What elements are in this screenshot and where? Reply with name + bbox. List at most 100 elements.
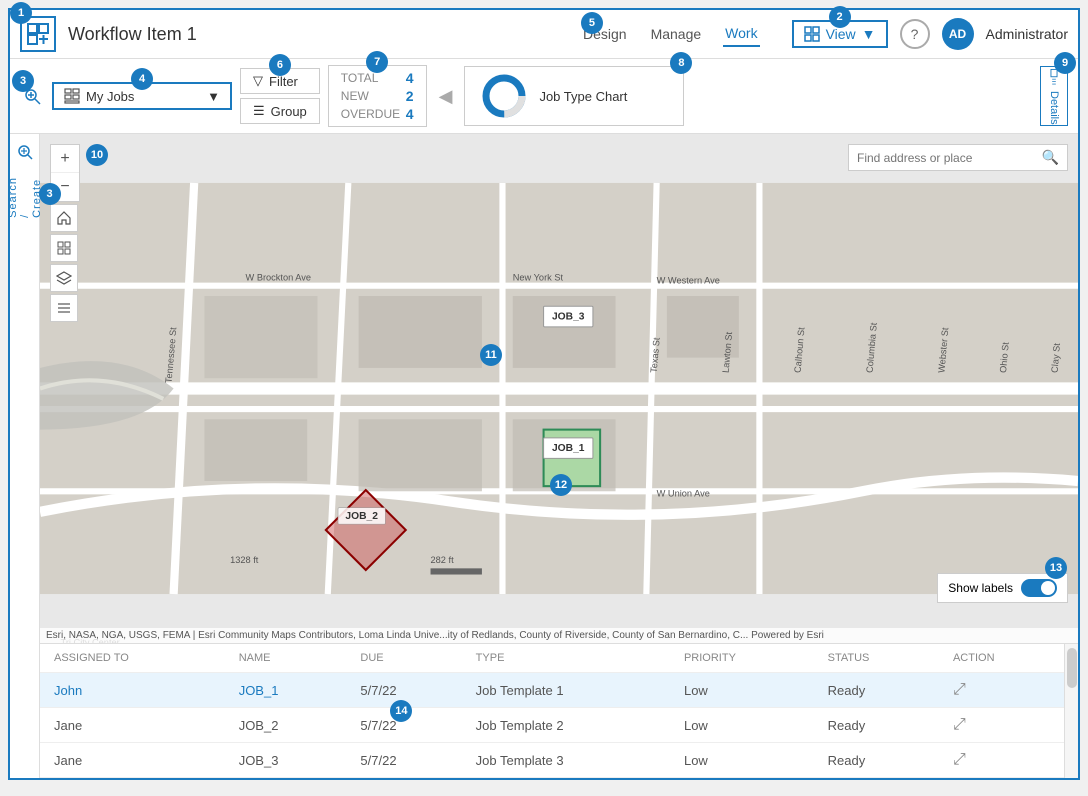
chevron-down-icon: ▼ [862, 26, 876, 42]
cell-assigned: Jane [40, 708, 225, 743]
col-due: DUE [346, 644, 461, 673]
col-action: ACTION [939, 644, 1064, 673]
svg-text:W Brockton Ave: W Brockton Ave [246, 273, 312, 283]
search-create-label[interactable]: Search / Create [7, 174, 43, 218]
cell-status: Ready [814, 743, 939, 778]
annotation-3b: 3 [39, 183, 61, 205]
annotation-5: 5 [581, 12, 603, 34]
svg-text:JOB_2: JOB_2 [345, 511, 378, 522]
total-label: TOTAL [341, 71, 396, 85]
my-jobs-label: My Jobs [86, 89, 134, 104]
help-button[interactable]: ? [900, 19, 930, 49]
annotation-8: 8 [670, 52, 692, 74]
filter-icon: ▽ [253, 73, 263, 89]
overdue-value: 4 [406, 106, 414, 122]
map-background: 282 ft 1328 ft Tennessee St New York St … [40, 134, 1078, 643]
show-labels-toggle[interactable] [1021, 579, 1057, 597]
cell-status: Ready [814, 673, 939, 708]
cell-assigned: John [40, 673, 225, 708]
cell-priority: Low [670, 708, 814, 743]
svg-text:JOB_3: JOB_3 [552, 312, 585, 323]
cell-type: Job Template 2 [462, 708, 670, 743]
view-label: View [826, 26, 856, 42]
group-icon: ☰ [253, 103, 265, 119]
details-label: Details [1048, 91, 1060, 125]
nav-manage[interactable]: Manage [649, 22, 704, 46]
map-controls: 10 + − [50, 144, 80, 322]
table-row[interactable]: Jane JOB_2 5/7/22 14 [40, 708, 1064, 743]
stats-panel: TOTAL 4 NEW 2 OVERDUE 4 [328, 65, 427, 127]
annotation-6: 6 [269, 54, 291, 76]
chart-prev-icon[interactable]: ◀ [435, 86, 457, 107]
cell-action[interactable]: ⤢ [939, 708, 1064, 743]
chart-panel: Job Type Chart [464, 66, 684, 126]
map-search-input[interactable] [857, 151, 1042, 165]
svg-text:1328 ft: 1328 ft [230, 555, 259, 565]
main-nav: 5 Design Manage Work [581, 21, 760, 47]
map-attribution: Esri, NASA, NGA, USGS, FEMA | Esri Commu… [40, 628, 1078, 643]
nav-work[interactable]: Work [723, 21, 759, 47]
search-icon: 🔍 [1042, 149, 1059, 166]
col-assigned: ASSIGNED TO [40, 644, 225, 673]
cell-due: 5/7/22 14 [346, 708, 461, 743]
annotation-4: 4 [131, 68, 153, 90]
group-label: Group [271, 104, 307, 119]
svg-text:282 ft: 282 ft [431, 555, 455, 565]
annotation-7: 7 [366, 51, 388, 73]
cell-priority: Low [670, 743, 814, 778]
annotation-2: 2 [829, 6, 851, 28]
overdue-label: OVERDUE [341, 107, 396, 121]
annotation-14: 14 [390, 700, 412, 722]
avatar: AD [942, 18, 974, 50]
question-icon: ? [911, 26, 919, 42]
annotation-10: 10 [86, 144, 108, 166]
home-button[interactable] [50, 204, 78, 232]
annotation-3: 3 [12, 70, 34, 92]
annotation-12: 12 [550, 474, 572, 496]
job-type-chart [479, 71, 529, 121]
details-button[interactable]: Details [1040, 66, 1068, 126]
layers-button[interactable] [50, 264, 78, 292]
map-search-bar[interactable]: 🔍 [848, 144, 1068, 171]
annotation-1: 1 [10, 2, 32, 24]
cell-assigned: Jane [40, 743, 225, 778]
show-labels-control: 13 Show labels [937, 573, 1068, 603]
cell-name: JOB_2 [225, 708, 347, 743]
cell-type: Job Template 3 [462, 743, 670, 778]
col-status: STATUS [814, 644, 939, 673]
new-value: 2 [406, 88, 414, 104]
cell-action[interactable]: ⤢ [939, 673, 1064, 708]
sidebar-search-icon[interactable] [13, 140, 37, 164]
table-row[interactable]: John JOB_1 5/7/22 Job Template 1 Low Rea… [40, 673, 1064, 708]
cell-priority: Low [670, 673, 814, 708]
col-type: TYPE [462, 644, 670, 673]
annotation-13: 13 [1045, 557, 1067, 579]
zoom-in-button[interactable]: + [51, 145, 79, 173]
left-sidebar: 3 Search / Create [10, 134, 40, 778]
new-label: NEW [341, 89, 396, 103]
annotation-9: 9 [1054, 52, 1076, 74]
cell-due: 5/7/22 [346, 743, 461, 778]
svg-text:W Western Ave: W Western Ave [657, 276, 720, 286]
cell-type: Job Template 1 [462, 673, 670, 708]
group-button[interactable]: ☰ Group [240, 98, 320, 124]
page-title: Workflow Item 1 [68, 24, 569, 45]
svg-text:New York St: New York St [513, 273, 564, 283]
chart-title: Job Type Chart [539, 89, 627, 104]
table-row[interactable]: Jane JOB_3 5/7/22 Job Template 3 Low Rea… [40, 743, 1064, 778]
svg-text:W Union Ave: W Union Ave [657, 488, 710, 498]
legend-button[interactable] [50, 294, 78, 322]
annotation-11: 11 [480, 344, 502, 366]
cell-name: JOB_3 [225, 743, 347, 778]
map-container[interactable]: 282 ft 1328 ft Tennessee St New York St … [40, 134, 1078, 643]
cell-status: Ready [814, 708, 939, 743]
col-priority: PRIORITY [670, 644, 814, 673]
show-labels-text: Show labels [948, 581, 1013, 595]
total-value: 4 [406, 70, 414, 86]
col-name: NAME [225, 644, 347, 673]
cell-name: JOB_1 [225, 673, 347, 708]
cell-action[interactable]: ⤢ [939, 743, 1064, 778]
dropdown-arrow-icon: ▼ [207, 89, 220, 104]
grid-button[interactable] [50, 234, 78, 262]
svg-text:JOB_1: JOB_1 [552, 443, 585, 454]
